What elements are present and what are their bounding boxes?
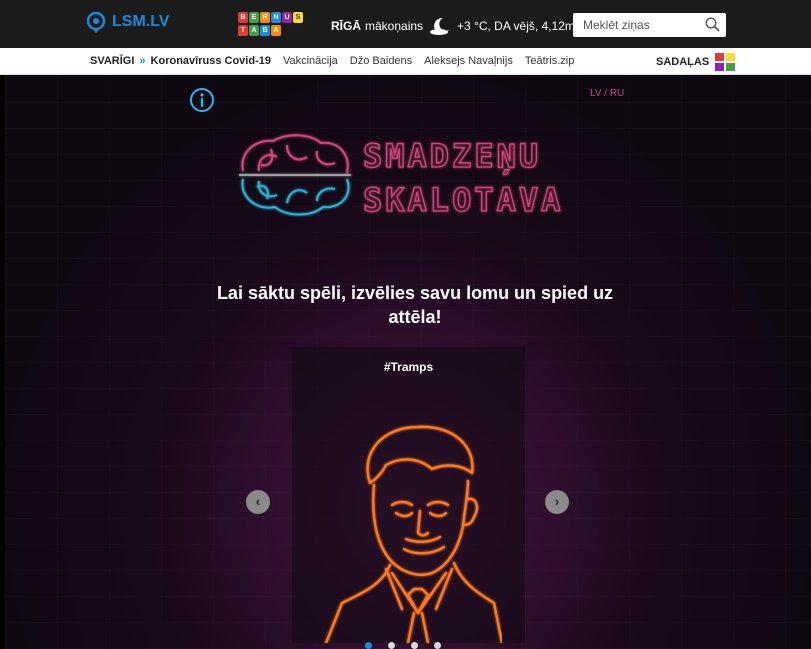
topic-link-teatris[interactable]: Teātris.zip (525, 55, 575, 67)
search-input[interactable] (573, 13, 693, 37)
search-box (573, 13, 726, 37)
weather-condition: mākoņains (365, 19, 424, 33)
trump-neon-portrait[interactable] (322, 413, 502, 643)
topic-link-vaccination[interactable]: Vakcinācija (283, 55, 338, 67)
weather-city: RĪGĀ (331, 19, 361, 33)
kids-logo-letter: E (249, 12, 259, 23)
role-card[interactable]: #Tramps (292, 347, 525, 643)
kids-logo-letter: T (238, 24, 248, 36)
kids-logo-letter: A (249, 24, 259, 36)
kids-logo-letter: U (282, 12, 292, 23)
weather-widget[interactable]: RĪGĀ mākoņains +3 °C, DA vējš, 4,12m/s (331, 16, 584, 36)
kids-logo-letter: B (238, 12, 248, 23)
title-line-1: SMADZEŅU (363, 137, 541, 175)
kids-portal-logo[interactable]: B E R N U S T A B A (238, 12, 306, 36)
kids-logo-letter: N (271, 12, 281, 23)
carousel-dot[interactable] (365, 642, 372, 649)
carousel-dots (365, 642, 441, 649)
kids-logo-letter: A (271, 24, 281, 36)
kids-logo-letter: S (293, 12, 303, 23)
logo-text: LSM.LV (112, 13, 170, 30)
site-logo[interactable]: LSM.LV (86, 11, 169, 33)
sections-menu-button[interactable]: SADAĻAS (656, 53, 736, 71)
role-label: #Tramps (383, 360, 434, 374)
carousel-dot[interactable] (434, 642, 441, 649)
kids-logo-letter: R (260, 12, 270, 23)
title-line-2: SKALOTAVA (363, 181, 563, 219)
chevron-left-icon[interactable]: ‹ (246, 490, 270, 514)
topic-link-biden[interactable]: Džo Baidens (350, 55, 412, 67)
sections-label: SADAĻAS (656, 56, 710, 68)
kids-logo-letter: B (260, 24, 270, 36)
moon-icon (430, 17, 450, 35)
topic-link-covid[interactable]: Koronavīruss Covid-19 (151, 55, 271, 67)
location-pin-icon (86, 11, 106, 33)
weather-details: +3 °C, DA vējš, 4,12m/s (457, 19, 585, 33)
game-area: LV / RU SMADZEŅU SKALOTAVA Lai sāktu spē… (5, 75, 811, 649)
brain-icon (239, 134, 351, 216)
chevron-right-icon[interactable]: › (545, 490, 569, 514)
carousel-dot[interactable] (411, 642, 418, 649)
topic-link-navalny[interactable]: Aleksejs Navaļnijs (424, 55, 513, 67)
grid-icon (715, 53, 736, 71)
instruction-headline: Lai sāktu spēli, izvēlies savu lomu un s… (216, 283, 614, 327)
double-chevron-icon: » (139, 55, 146, 67)
game-title-logo: SMADZEŅU SKALOTAVA (239, 134, 563, 220)
language-switch[interactable]: LV / RU (590, 88, 624, 99)
info-icon[interactable] (189, 87, 215, 113)
topics-bar: SVARĪGI » Koronavīruss Covid-19 Vakcināc… (0, 48, 811, 75)
search-icon[interactable] (705, 17, 720, 32)
important-label: SVARĪGI (90, 55, 135, 67)
top-bar: LSM.LV B E R N U S T A B A RĪGĀ mākoņain… (0, 0, 811, 48)
carousel-dot[interactable] (388, 642, 395, 649)
